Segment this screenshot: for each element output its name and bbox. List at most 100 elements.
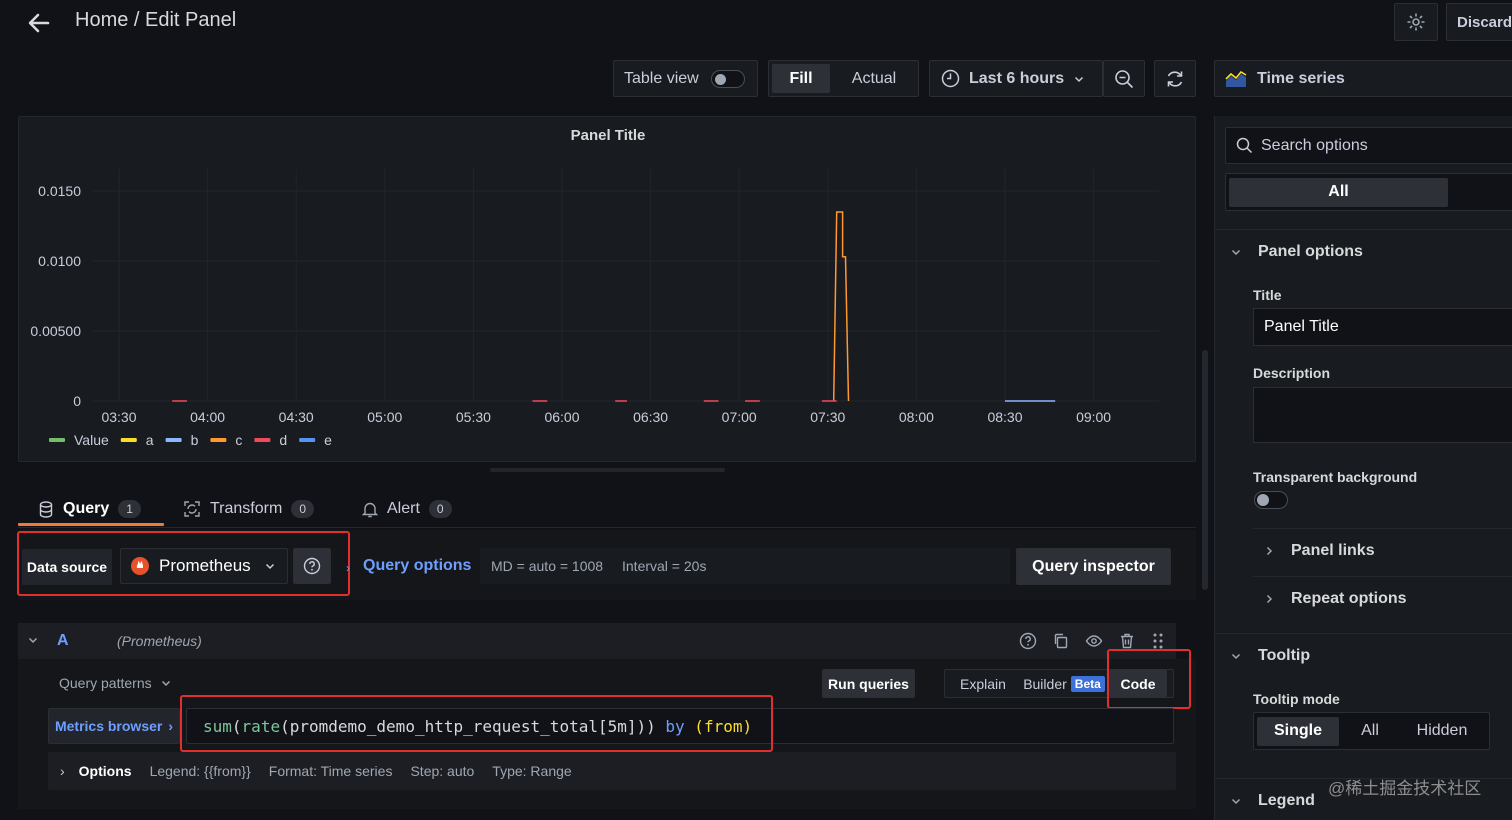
fill-option[interactable]: Fill	[772, 64, 830, 93]
visualization-picker[interactable]: Time series	[1214, 60, 1512, 97]
datasource-picker[interactable]: Prometheus	[120, 548, 288, 584]
x-tick-label: 06:30	[633, 409, 668, 425]
chevron-right-icon	[1263, 593, 1275, 605]
zoom-out-icon	[1114, 69, 1134, 89]
refresh-button[interactable]	[1154, 60, 1196, 97]
time-range-label: Last 6 hours	[969, 69, 1065, 87]
title-input[interactable]: Panel Title	[1253, 308, 1512, 346]
x-tick-label: 05:00	[367, 409, 402, 425]
discard-button[interactable]: Discard	[1446, 3, 1512, 41]
panel-preview: Panel Title 03:30 04:00 04:30 05:00 05:30 06:…	[18, 116, 1196, 462]
explain-toggle[interactable]: Explain	[947, 669, 1019, 698]
fill-actual-segmented: Fill Actual	[768, 60, 919, 97]
code-token-function: sum	[203, 716, 232, 736]
all-option[interactable]: All	[1229, 177, 1448, 207]
table-view-switch[interactable]	[710, 69, 745, 88]
panel-links-section[interactable]: Panel links	[1263, 536, 1375, 566]
query-patterns-dropdown[interactable]: Query patterns	[59, 675, 172, 691]
actual-option[interactable]: Actual	[834, 64, 914, 93]
description-textarea[interactable]	[1253, 387, 1512, 443]
transform-icon	[183, 500, 201, 518]
repeat-options-section[interactable]: Repeat options	[1263, 584, 1407, 614]
visualization-label: Time series	[1257, 69, 1345, 87]
tooltip-mode-single[interactable]: Single	[1257, 716, 1339, 746]
table-view-toggle[interactable]: Table view	[613, 60, 758, 97]
y-tick-label: 0.0150	[38, 183, 81, 199]
time-range-picker[interactable]: Last 6 hours	[929, 60, 1103, 97]
x-tick-label: 07:00	[722, 409, 757, 425]
transparent-background-label: Transparent background	[1253, 469, 1418, 485]
tab-divider	[18, 527, 1196, 528]
legend-label: a	[146, 432, 154, 448]
tooltip-mode-segmented: Single All Hidden	[1253, 712, 1490, 750]
code-token-paren: )	[742, 716, 753, 736]
tab-query-count: 1	[118, 500, 141, 518]
trash-icon[interactable]	[1118, 632, 1136, 650]
legend-label: e	[324, 432, 332, 448]
chevron-down-icon	[160, 677, 172, 689]
query-inspector-button[interactable]: Query inspector	[1016, 548, 1171, 585]
help-icon[interactable]	[1019, 632, 1037, 650]
settings-button[interactable]	[1394, 3, 1438, 41]
query-options-link[interactable]: Query options	[363, 557, 471, 575]
chevron-down-icon	[1073, 73, 1085, 85]
gear-icon	[1406, 12, 1426, 32]
back-arrow-icon[interactable]	[24, 8, 54, 38]
datasource-help-button[interactable]	[293, 548, 331, 584]
tooltip-mode-all[interactable]: All	[1339, 717, 1401, 746]
x-tick-label: 06:00	[544, 409, 579, 425]
chevron-right-icon: ›	[168, 718, 174, 734]
panel-options-section[interactable]: Panel options	[1230, 237, 1363, 267]
code-token-paren: (	[280, 716, 290, 736]
legend-label: d	[279, 432, 287, 448]
tab-query[interactable]: Query 1	[38, 494, 141, 524]
chevron-down-icon	[264, 560, 276, 572]
duplicate-icon[interactable]	[1052, 632, 1070, 650]
interval-text: Interval = 20s	[622, 558, 707, 574]
tooltip-section[interactable]: Tooltip	[1230, 641, 1310, 671]
x-tick-label: 09:00	[1076, 409, 1111, 425]
type-text: Type: Range	[492, 763, 572, 779]
code-token-function: rate	[241, 716, 281, 736]
search-options-input[interactable]: Search options	[1225, 127, 1512, 164]
builder-label: Builder	[1023, 675, 1067, 692]
code-token-label: from	[703, 716, 743, 736]
tab-transform-label: Transform	[210, 500, 283, 517]
metrics-browser-button[interactable]: Metrics browser ›	[48, 708, 180, 744]
beta-badge: Beta	[1070, 675, 1105, 692]
builder-mode-option[interactable]: Builder Beta	[1019, 669, 1109, 698]
bell-icon	[362, 501, 378, 518]
datasource-name: Prometheus	[159, 556, 251, 575]
legend-swatch	[254, 438, 271, 442]
query-row-actions	[1019, 632, 1165, 650]
run-queries-button[interactable]: Run queries	[822, 669, 915, 698]
question-circle-icon	[303, 557, 321, 575]
divider	[1214, 633, 1512, 634]
promql-code-editor[interactable]: sum(rate(promdemo_demo_http_request_tota…	[186, 708, 1174, 744]
transparent-background-switch[interactable]	[1254, 491, 1288, 509]
drag-handle-icon[interactable]	[1151, 632, 1165, 650]
x-tick-label: 04:00	[190, 409, 225, 425]
legend-label: Legend	[1258, 792, 1315, 809]
tooltip-mode-hidden[interactable]: Hidden	[1401, 717, 1483, 746]
search-icon	[1236, 137, 1253, 154]
tab-transform-count: 0	[291, 500, 314, 518]
query-datasource-name: (Prometheus)	[117, 633, 202, 649]
query-options-row[interactable]: › Options Legend: {{from}} Format: Time …	[48, 752, 1176, 790]
code-mode-option[interactable]: Code	[1109, 669, 1167, 698]
query-ref-id[interactable]: A	[57, 632, 69, 650]
collapse-chevron-icon[interactable]	[27, 634, 39, 646]
tab-alert[interactable]: Alert 0	[362, 494, 452, 524]
panel-resize-splitter[interactable]	[490, 468, 725, 472]
legend-label: b	[191, 432, 199, 448]
chevron-right-icon	[1263, 545, 1275, 557]
tab-transform[interactable]: Transform 0	[183, 494, 314, 524]
editor-scrollbar[interactable]	[1202, 350, 1208, 590]
x-tick-label: 04:30	[279, 409, 314, 425]
eye-icon[interactable]	[1085, 632, 1103, 650]
active-tab-indicator	[18, 523, 164, 526]
legend-swatch	[49, 438, 65, 442]
clock-icon	[941, 69, 960, 88]
legend-section[interactable]: Legend	[1230, 786, 1315, 816]
zoom-out-button[interactable]	[1103, 60, 1145, 97]
